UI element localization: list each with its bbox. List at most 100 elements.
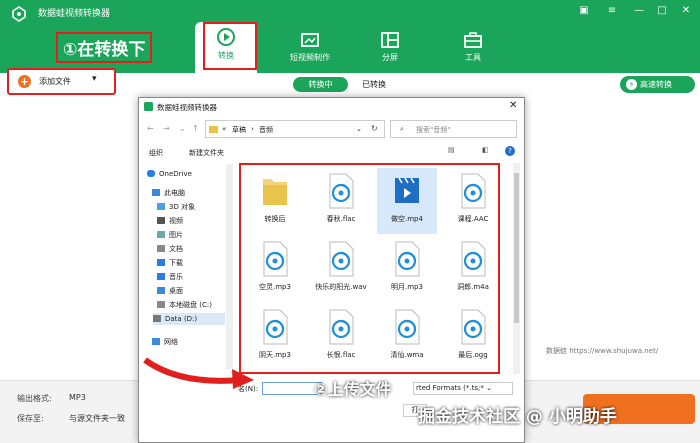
sidebar-item-onedrive[interactable]: OneDrive bbox=[147, 168, 219, 180]
sidebar-item-desktop[interactable]: 桌面 bbox=[157, 285, 229, 297]
dialog-title: 数据蛙视频转换器 bbox=[157, 103, 217, 112]
menu-icon[interactable]: ≡ bbox=[605, 4, 619, 18]
tab-tools-label: 工具 bbox=[465, 53, 481, 62]
add-file-button[interactable]: + 添加文件 ▾ bbox=[7, 68, 116, 95]
audio-file-item[interactable]: 洞郎.m4a bbox=[443, 236, 503, 302]
tab-tools[interactable]: 工具 bbox=[438, 28, 508, 73]
search-input[interactable]: ⌕ 搜索"音频" bbox=[390, 120, 517, 138]
annotation-step2: ②上传文件 bbox=[314, 380, 392, 399]
sidebar-item-local-disk[interactable]: 本地磁盘 (C:) bbox=[157, 299, 229, 311]
audio-file-icon bbox=[329, 173, 354, 209]
toolbox-icon bbox=[464, 32, 482, 48]
audio-file-icon bbox=[395, 241, 420, 277]
tab-converted[interactable]: 已转换 bbox=[362, 77, 386, 92]
dropdown-icon[interactable]: ⌄ bbox=[179, 124, 186, 133]
files-scrollbar[interactable] bbox=[513, 163, 520, 374]
audio-file-icon bbox=[461, 173, 486, 209]
file-item-selected[interactable]: 做空.mp4 bbox=[377, 168, 437, 234]
chevron-down-icon[interactable]: ▾ bbox=[92, 74, 97, 84]
audio-file-item[interactable]: 春秋.flac bbox=[311, 168, 371, 234]
audio-file-item[interactable]: 明月.mp3 bbox=[377, 236, 437, 302]
close-icon[interactable]: ✕ bbox=[679, 4, 693, 18]
audio-file-icon bbox=[263, 241, 288, 277]
sidebar-item-label: 此电脑 bbox=[164, 189, 185, 197]
sidebar-item-music[interactable]: 音乐 bbox=[157, 271, 229, 283]
output-format-select[interactable]: MP3 bbox=[69, 393, 86, 402]
dialog-close-icon[interactable]: ✕ bbox=[509, 100, 517, 111]
save-to-select[interactable]: 与源文件夹一致 bbox=[69, 413, 125, 424]
sidebar-item-label: OneDrive bbox=[159, 170, 192, 178]
site-watermark: 数据蛙 https://www.shujuwa.net/ bbox=[546, 347, 659, 355]
path-draft[interactable]: 草稿 bbox=[232, 125, 246, 135]
folder-icon bbox=[209, 126, 218, 133]
sidebar-scrollbar[interactable] bbox=[226, 164, 233, 369]
minimize-icon[interactable]: — bbox=[632, 4, 646, 18]
dialog-titlebar: 数据蛙视频转换器 ✕ bbox=[139, 98, 524, 115]
tab-split-screen[interactable]: 分屏 bbox=[355, 28, 425, 73]
sidebar-item-label: 桌面 bbox=[169, 287, 183, 295]
address-dropdown-icon[interactable]: ⌄ bbox=[356, 125, 362, 133]
maximize-icon[interactable]: □ bbox=[655, 4, 669, 18]
save-to-label: 保存至: bbox=[17, 414, 44, 423]
sidebar-item-network[interactable]: 网络 bbox=[152, 336, 224, 348]
file-name: 空灵.mp3 bbox=[259, 283, 291, 291]
help-icon[interactable]: ? bbox=[505, 146, 515, 156]
view-icon[interactable]: ▤ bbox=[448, 146, 455, 154]
file-name: 最后.ogg bbox=[458, 351, 488, 359]
audio-file-item[interactable]: 课程.AAC bbox=[443, 168, 503, 234]
file-name: 转换后 bbox=[264, 215, 286, 223]
tab-converting[interactable]: 转换中 bbox=[293, 77, 348, 92]
file-name: 做空.mp4 bbox=[391, 215, 423, 223]
back-icon[interactable]: ← bbox=[147, 124, 154, 133]
sidebar-item-downloads[interactable]: 下载 bbox=[157, 257, 229, 269]
refresh-icon[interactable]: ↻ bbox=[371, 124, 378, 133]
sidebar-item-pictures[interactable]: 图片 bbox=[157, 229, 229, 241]
high-speed-convert-button[interactable]: ⚡ 高速转换 bbox=[620, 76, 695, 93]
tab-short-video[interactable]: 短视频制作 bbox=[275, 28, 345, 73]
tab-short-video-label: 短视频制作 bbox=[290, 53, 330, 62]
file-name: 明月.mp3 bbox=[391, 283, 423, 291]
annotation-step1: ①在转换下 bbox=[56, 32, 153, 63]
file-name: 清仙.wma bbox=[390, 351, 424, 359]
tab-split-screen-label: 分屏 bbox=[382, 53, 398, 62]
forward-icon[interactable]: → bbox=[163, 124, 170, 133]
sidebar-item-documents[interactable]: 文档 bbox=[157, 243, 229, 255]
navigation-pane: OneDrive 此电脑 3D 对象 视频 图片 文档 下载 音乐 桌面 本地磁… bbox=[139, 164, 229, 364]
sidebar-item-this-pc[interactable]: 此电脑 bbox=[152, 187, 224, 199]
file-type-filter[interactable]: rted Formats (*.ts;* ⌄ bbox=[413, 382, 513, 395]
video-icon bbox=[301, 33, 319, 47]
audio-file-item[interactable]: 清仙.wma bbox=[377, 304, 437, 370]
video-file-icon bbox=[395, 177, 419, 203]
organize-button[interactable]: 组织 bbox=[149, 148, 163, 158]
sidebar-item-video[interactable]: 视频 bbox=[157, 215, 229, 227]
plus-icon: + bbox=[18, 75, 31, 88]
preview-pane-icon[interactable]: ◧ bbox=[482, 146, 489, 154]
file-name: 洞郎.m4a bbox=[457, 283, 489, 291]
output-format-label: 输出格式: bbox=[17, 394, 52, 403]
sidebar-item-label: 网络 bbox=[164, 338, 178, 346]
file-name: 快乐的阳光.wav bbox=[315, 283, 367, 291]
folder-item[interactable]: 转换后 bbox=[245, 168, 305, 234]
audio-file-icon bbox=[461, 309, 486, 345]
sidebar-item-label: 视频 bbox=[169, 217, 183, 225]
dialog-toolbar: 组织 新建文件夹 ▤ ◧ ? bbox=[139, 145, 524, 160]
sidebar-item-data-d[interactable]: Data (D:) bbox=[153, 313, 225, 325]
up-icon[interactable]: ↑ bbox=[192, 124, 199, 133]
app-header: 数据蛙视频转换器 ▣ ≡ — □ ✕ 转换 短视频制作 分屏 工具 ①在转换下 bbox=[0, 0, 700, 73]
add-file-label: 添加文件 bbox=[39, 77, 71, 86]
audio-file-icon bbox=[329, 309, 354, 345]
audio-file-item[interactable]: 长恨.flac bbox=[311, 304, 371, 370]
audio-file-item[interactable]: 最后.ogg bbox=[443, 304, 503, 370]
address-bar[interactable]: « 草稿 › 音频 ⌄ bbox=[205, 120, 385, 138]
file-type-value: rted Formats (*.ts;* bbox=[416, 384, 484, 392]
audio-file-icon bbox=[395, 309, 420, 345]
search-placeholder: 搜索"音频" bbox=[416, 126, 451, 134]
audio-file-item[interactable]: 空灵.mp3 bbox=[245, 236, 305, 302]
skin-icon[interactable]: ▣ bbox=[577, 4, 591, 18]
sidebar-item-3d[interactable]: 3D 对象 bbox=[157, 201, 229, 213]
annotation-arrow bbox=[143, 357, 254, 389]
path-audio[interactable]: 音频 bbox=[259, 125, 273, 135]
new-folder-button[interactable]: 新建文件夹 bbox=[189, 148, 224, 158]
filename-input[interactable] bbox=[262, 382, 322, 395]
audio-file-item[interactable]: 快乐的阳光.wav bbox=[311, 236, 371, 302]
